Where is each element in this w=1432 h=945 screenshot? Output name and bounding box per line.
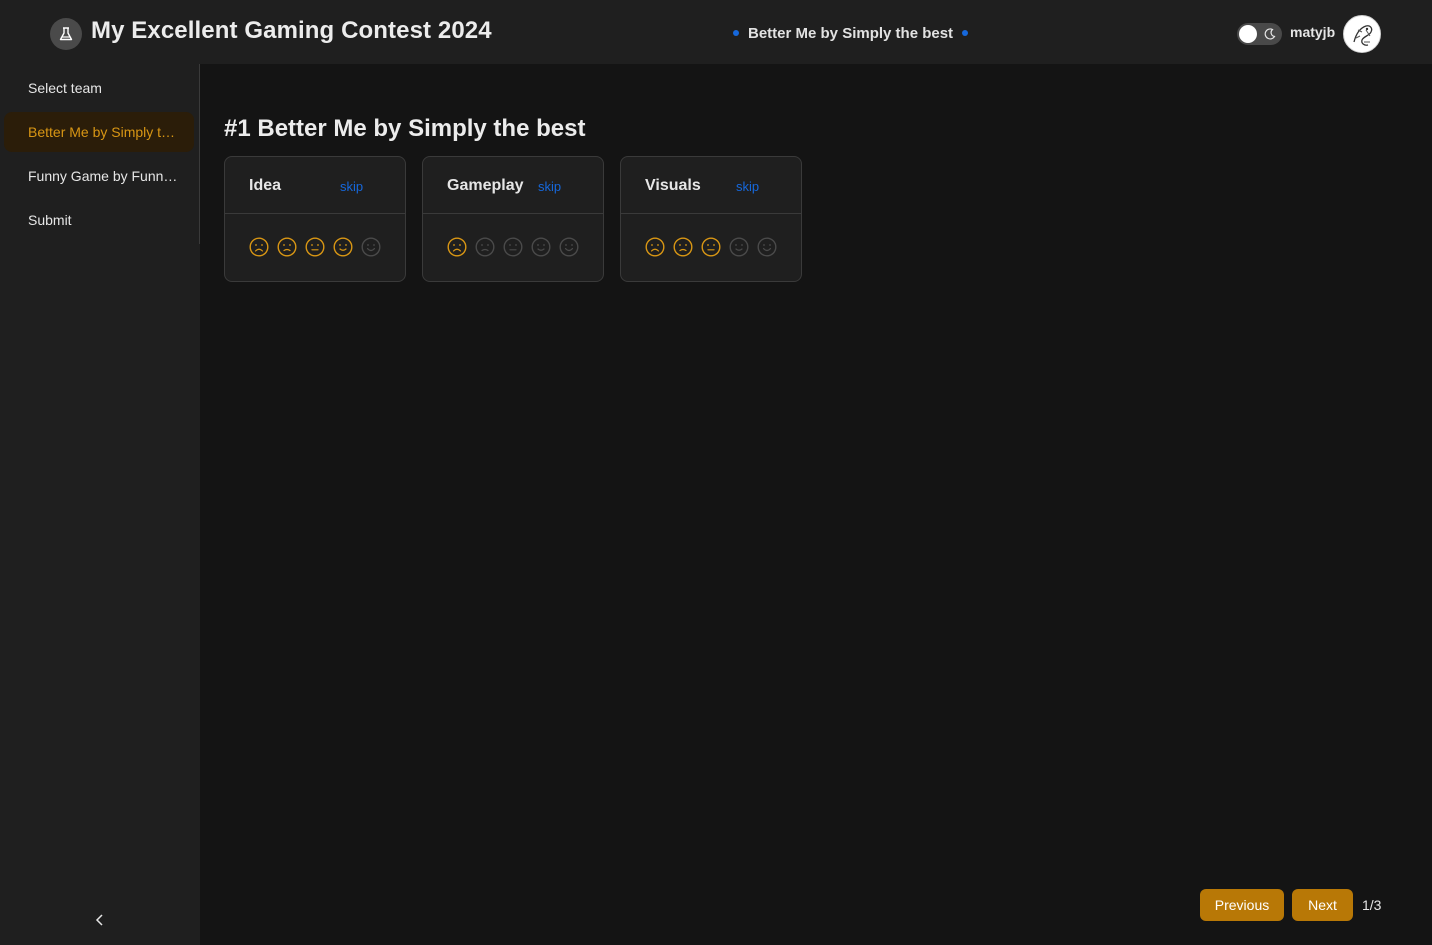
- previous-button[interactable]: Previous: [1200, 889, 1284, 921]
- toggle-knob: [1239, 25, 1257, 43]
- avatar[interactable]: [1343, 15, 1381, 53]
- very-happy-face-icon[interactable]: [559, 237, 579, 257]
- skip-link[interactable]: skip: [340, 179, 363, 194]
- sidebar-item-funny-game[interactable]: Funny Game by Funny Team: [4, 156, 194, 196]
- flask-icon[interactable]: [50, 18, 82, 50]
- theme-toggle[interactable]: [1237, 23, 1282, 45]
- app-title: My Excellent Gaming Contest 2024: [91, 17, 492, 44]
- rating-row: [645, 237, 777, 257]
- rating-row: [447, 237, 579, 257]
- rating-card-idea: Idea skip: [224, 156, 406, 282]
- page-title: #1 Better Me by Simply the best: [224, 115, 586, 142]
- very-sad-face-icon[interactable]: [447, 237, 467, 257]
- neutral-face-icon[interactable]: [503, 237, 523, 257]
- moon-icon: [1264, 28, 1276, 40]
- status-dot: [962, 30, 969, 36]
- sidebar-item-label: Submit: [28, 212, 72, 228]
- sidebar-item-select-team[interactable]: Select team: [4, 68, 194, 108]
- neutral-face-icon[interactable]: [305, 237, 325, 257]
- skip-link[interactable]: skip: [538, 179, 561, 194]
- card-header: Idea skip: [225, 157, 405, 214]
- sidebar: Select team Better Me by Simply the best…: [0, 64, 200, 945]
- username[interactable]: matyjb: [1290, 24, 1335, 40]
- sidebar-collapse-button[interactable]: [90, 908, 110, 932]
- very-sad-face-icon[interactable]: [249, 237, 269, 257]
- card-header: Visuals skip: [621, 157, 801, 214]
- chevron-left-icon: [95, 914, 103, 926]
- sad-face-icon[interactable]: [277, 237, 297, 257]
- card-header: Gameplay skip: [423, 157, 603, 214]
- sidebar-divider: [199, 64, 200, 244]
- rating-row: [249, 237, 381, 257]
- happy-face-icon[interactable]: [531, 237, 551, 257]
- app-header: My Excellent Gaming Contest 2024 Better …: [0, 0, 1432, 64]
- sad-face-icon[interactable]: [475, 237, 495, 257]
- sidebar-item-better-me[interactable]: Better Me by Simply the best: [4, 112, 194, 152]
- next-button[interactable]: Next: [1292, 889, 1353, 921]
- rating-card-visuals: Visuals skip: [620, 156, 802, 282]
- card-title: Visuals: [645, 177, 701, 194]
- page-counter: 1/3: [1362, 897, 1382, 913]
- rating-card-gameplay: Gameplay skip: [422, 156, 604, 282]
- very-sad-face-icon[interactable]: [645, 237, 665, 257]
- card-title: Idea: [249, 177, 282, 194]
- sidebar-item-label: Better Me by Simply the best: [28, 124, 178, 140]
- very-happy-face-icon[interactable]: [757, 237, 777, 257]
- neutral-face-icon[interactable]: [701, 237, 721, 257]
- current-team-name: Better Me by Simply the best: [748, 24, 954, 42]
- card-title: Gameplay: [447, 177, 524, 194]
- status-dot: [733, 30, 739, 36]
- sidebar-item-submit[interactable]: Submit: [4, 200, 194, 240]
- sidebar-item-label: Funny Game by Funny Team: [28, 168, 178, 184]
- current-team-indicator: Better Me by Simply the best: [733, 22, 969, 44]
- happy-face-icon[interactable]: [729, 237, 749, 257]
- sad-face-icon[interactable]: [673, 237, 693, 257]
- sidebar-item-label: Select team: [28, 80, 102, 96]
- very-happy-face-icon[interactable]: [361, 237, 381, 257]
- skip-link[interactable]: skip: [736, 179, 759, 194]
- happy-face-icon[interactable]: [333, 237, 353, 257]
